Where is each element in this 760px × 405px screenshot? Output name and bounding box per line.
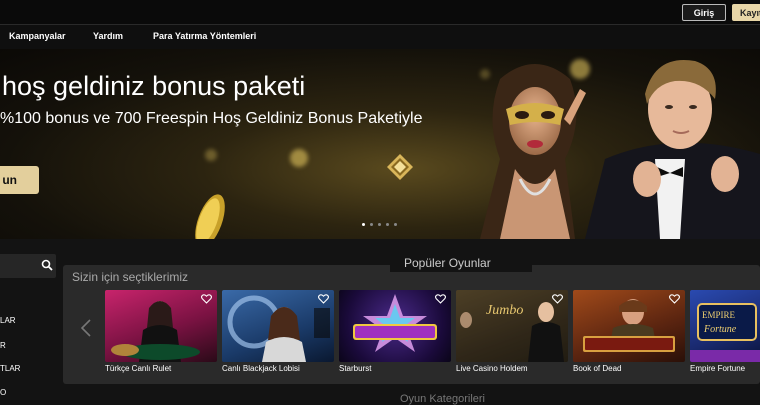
login-button[interactable]: Giriş	[682, 4, 726, 21]
nav-item-payment-methods[interactable]: Para Yatırma Yöntemleri	[153, 31, 256, 41]
heart-icon[interactable]	[435, 294, 446, 304]
svg-text:Fortune: Fortune	[703, 324, 737, 335]
bokeh-light	[290, 149, 308, 167]
main-nav: Kampanyalar Yardım Para Yatırma Yöntemle…	[0, 25, 760, 49]
hero-banner[interactable]: hoş geldiniz bonus paketi %100 bonus ve …	[0, 49, 760, 239]
carousel-dot[interactable]	[362, 223, 365, 226]
chevron-left-icon[interactable]	[80, 318, 92, 338]
hero-title: hoş geldiniz bonus paketi	[2, 71, 306, 101]
carousel-dot[interactable]	[378, 223, 381, 226]
game-card-title[interactable]: Live Casino Holdem	[456, 364, 528, 373]
heart-icon[interactable]	[201, 294, 212, 304]
game-card[interactable]: EMPIRE Fortune	[690, 290, 760, 362]
empire-fortune-image: EMPIRE Fortune	[690, 303, 760, 362]
game-card[interactable]	[105, 290, 217, 362]
tuxedo-man-image	[585, 59, 760, 239]
carousel-dot[interactable]	[394, 223, 397, 226]
heart-icon[interactable]	[552, 294, 563, 304]
nav-item-campaigns[interactable]: Kampanyalar	[9, 31, 66, 41]
bokeh-light	[205, 149, 217, 161]
recommended-section-title: Sizin için seçtiklerimiz	[72, 270, 189, 284]
carousel-dot[interactable]	[386, 223, 389, 226]
nav-item-help[interactable]: Yardım	[93, 31, 123, 41]
game-card[interactable]	[339, 290, 451, 362]
sidebar-item[interactable]: LAR	[0, 316, 16, 325]
diamond-image	[387, 154, 413, 180]
game-card[interactable]	[222, 290, 334, 362]
heart-icon[interactable]	[318, 294, 329, 304]
carousel-dots	[362, 223, 397, 226]
search-icon[interactable]	[41, 259, 53, 271]
game-card-title[interactable]: Starburst	[339, 364, 371, 373]
game-card-title[interactable]: Book of Dead	[573, 364, 621, 373]
game-card-title[interactable]: Canlı Blackjack Lobisi	[222, 364, 300, 373]
gold-coin-image	[195, 194, 225, 239]
hero-cta-button[interactable]: un	[0, 166, 39, 194]
game-card-title[interactable]: Empire Fortune	[690, 364, 745, 373]
sidebar-item[interactable]: O	[0, 388, 6, 397]
game-card-title[interactable]: Türkçe Canlı Rulet	[105, 364, 171, 373]
register-button[interactable]: Kayıt Ol	[732, 4, 760, 21]
game-card[interactable]: Jumbo	[456, 290, 568, 362]
hero-subtitle: %100 bonus ve 700 Freespin Hoş Geldiniz …	[0, 110, 423, 127]
carousel-dot[interactable]	[370, 223, 373, 226]
game-card[interactable]	[573, 290, 685, 362]
heart-icon[interactable]	[669, 294, 680, 304]
sidebar-item[interactable]: R	[0, 341, 6, 350]
svg-text:Jumbo: Jumbo	[486, 303, 523, 318]
popular-games-title: Popüler Oyunlar	[404, 256, 491, 270]
sidebar-item[interactable]: TLAR	[0, 364, 20, 373]
game-categories-title: Oyun Kategorileri	[400, 393, 485, 405]
search-input[interactable]	[0, 254, 56, 278]
svg-text:EMPIRE: EMPIRE	[702, 310, 736, 320]
top-bar: Giriş Kayıt Ol	[0, 0, 760, 25]
